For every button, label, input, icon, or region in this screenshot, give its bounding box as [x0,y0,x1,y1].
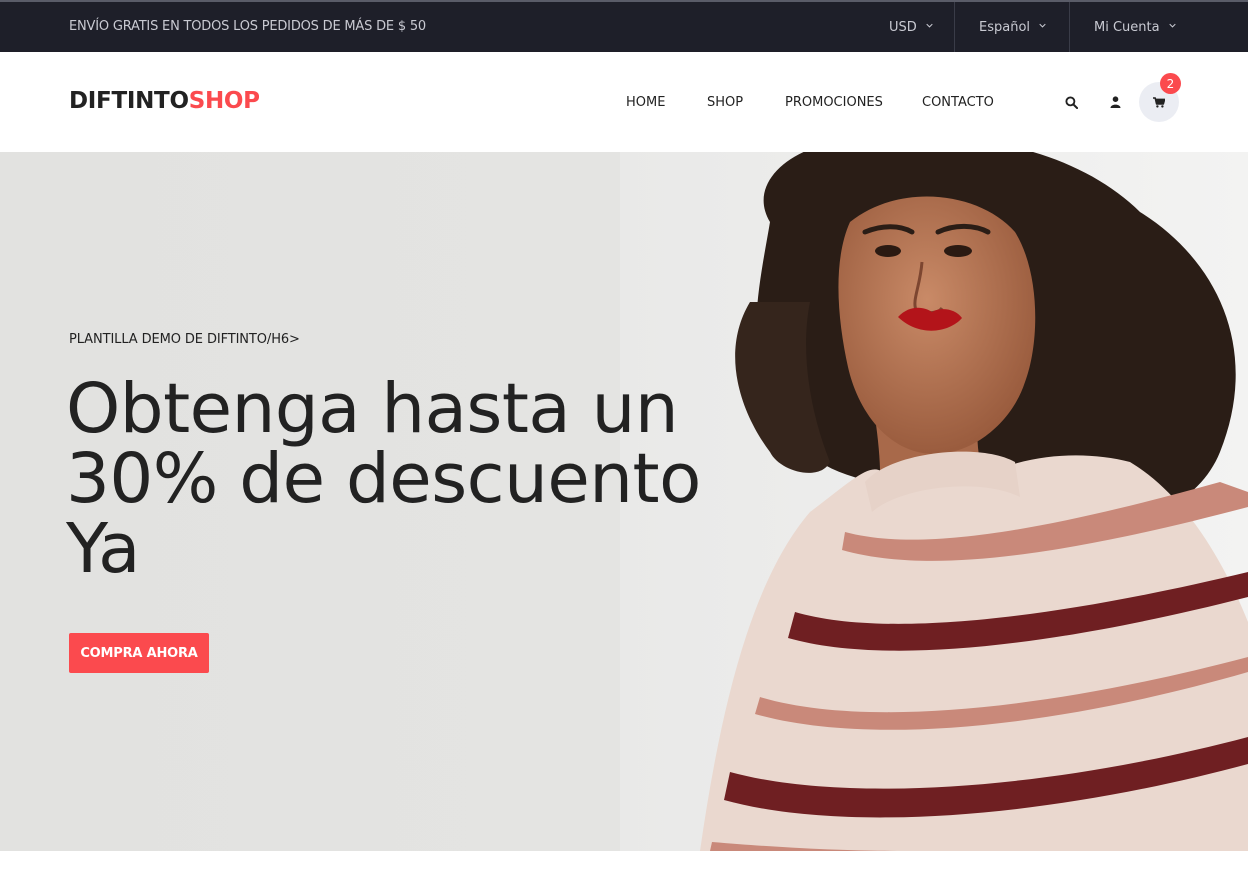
nav-shop[interactable]: SHOP [707,95,743,110]
hero-headline: Obtenga hasta un 30% de descuento Ya [66,374,766,584]
chevron-down-icon [926,23,933,28]
language-label: Español [979,19,1031,35]
chevron-down-icon [1039,23,1046,28]
divider [1069,2,1070,52]
divider [954,2,955,52]
main-header: DIFTINTOSHOP HOME SHOP PROMOCIONES CONTA… [0,52,1248,152]
logo-text-primary: DIFTINTO [69,88,189,114]
account-label: Mi Cuenta [1094,19,1160,35]
search-icon [1064,95,1078,109]
nav-home[interactable]: HOME [626,95,665,110]
currency-label: USD [889,19,917,35]
user-icon [1110,96,1120,108]
hero-banner: PLANTILLA DEMO DE DIFTINTO/H6> Obtenga h… [0,152,1248,851]
headline-line-2: 30% de descuento [66,439,701,519]
chevron-down-icon [1168,23,1176,28]
account-dropdown[interactable]: Mi Cuenta [1094,2,1176,52]
currency-dropdown[interactable]: USD [889,2,933,52]
headline-line-3: Ya [66,509,140,589]
site-logo[interactable]: DIFTINTOSHOP [69,88,260,114]
search-button[interactable] [1063,94,1079,110]
cart-icon [1153,96,1165,108]
nav-promociones[interactable]: PROMOCIONES [785,95,883,110]
cart-count-badge: 2 [1160,73,1181,94]
logo-text-accent: SHOP [188,88,260,114]
language-dropdown[interactable]: Español [979,2,1046,52]
headline-line-1: Obtenga hasta un [66,369,679,449]
nav-contacto[interactable]: CONTACTO [922,95,994,110]
hero-eyebrow: PLANTILLA DEMO DE DIFTINTO/H6> [69,332,300,347]
shop-now-button[interactable]: COMPRA AHORA [69,633,209,673]
account-button[interactable] [1107,94,1123,110]
top-bar: ENVÍO GRATIS EN TODOS LOS PEDIDOS DE MÁS… [0,0,1248,52]
page-bottom [0,851,1248,873]
free-shipping-banner: ENVÍO GRATIS EN TODOS LOS PEDIDOS DE MÁS… [69,19,426,34]
